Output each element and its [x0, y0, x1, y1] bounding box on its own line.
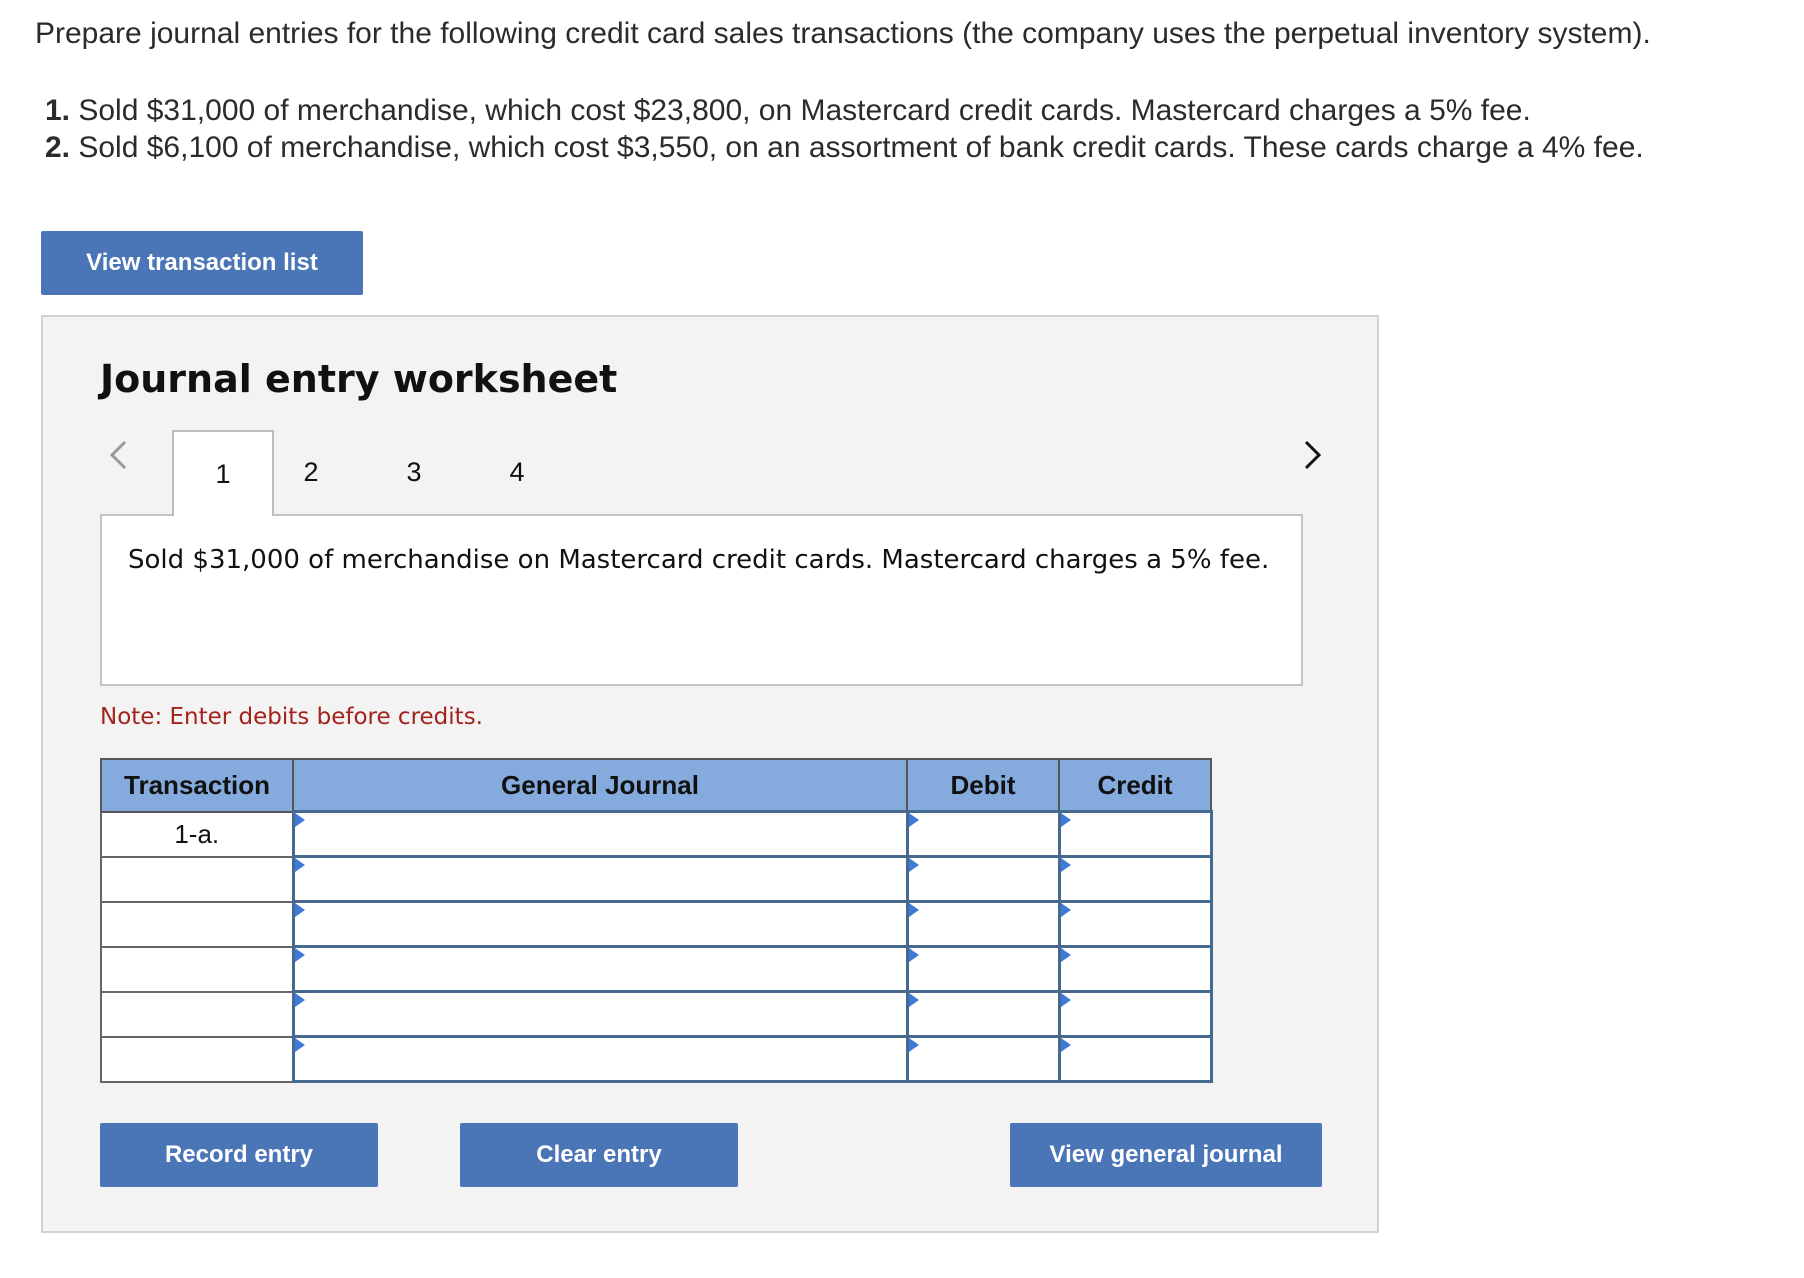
credit-input[interactable] [1057, 945, 1213, 993]
tab-2[interactable]: 2 [260, 430, 362, 514]
debit-input[interactable] [905, 900, 1061, 948]
input-marker-icon [294, 1038, 305, 1052]
view-transaction-list-button[interactable]: View transaction list [41, 231, 363, 295]
entry-note: Note: Enter debits before credits. [100, 704, 483, 730]
clear-entry-button[interactable]: Clear entry [460, 1123, 738, 1187]
input-marker-icon [908, 813, 919, 827]
transaction-item: 1. Sold $31,000 of merchandise, which co… [45, 92, 1644, 129]
input-marker-icon [908, 903, 919, 917]
record-entry-button[interactable]: Record entry [100, 1123, 378, 1187]
transaction-description: Sold $31,000 of merchandise on Mastercar… [100, 514, 1303, 686]
transaction-item: 2. Sold $6,100 of merchandise, which cos… [45, 129, 1644, 166]
tab-1[interactable]: 1 [172, 430, 274, 516]
table-row [100, 1035, 1213, 1083]
input-marker-icon [294, 993, 305, 1007]
transaction-cell [100, 945, 294, 993]
input-marker-icon [294, 903, 305, 917]
credit-input[interactable] [1057, 900, 1213, 948]
view-general-journal-button[interactable]: View general journal [1010, 1123, 1322, 1187]
account-input[interactable] [291, 945, 909, 993]
table-row [100, 945, 1213, 993]
input-marker-icon [1060, 948, 1071, 962]
instructions-text: Prepare journal entries for the followin… [35, 17, 1651, 50]
input-marker-icon [1060, 858, 1071, 872]
journal-entry-worksheet: Journal entry worksheet 1 2 3 4 Sold $31… [41, 315, 1379, 1233]
transaction-cell: 1-a. [100, 810, 294, 858]
input-marker-icon [1060, 903, 1071, 917]
debit-input[interactable] [905, 855, 1061, 903]
general-journal-column-header: General Journal [292, 758, 908, 813]
input-marker-icon [908, 948, 919, 962]
transaction-text: Sold $31,000 of merchandise, which cost … [70, 94, 1531, 127]
transaction-list: 1. Sold $31,000 of merchandise, which co… [45, 92, 1644, 166]
table-row: 1-a. [100, 810, 1213, 858]
account-input[interactable] [291, 990, 909, 1038]
chevron-right-icon [1304, 440, 1322, 470]
chevron-left-icon [109, 440, 127, 470]
debit-input[interactable] [905, 1035, 1061, 1083]
input-marker-icon [908, 858, 919, 872]
input-marker-icon [1060, 1038, 1071, 1052]
debit-input[interactable] [905, 945, 1061, 993]
input-marker-icon [1060, 813, 1071, 827]
credit-input[interactable] [1057, 1035, 1213, 1083]
worksheet-title: Journal entry worksheet [100, 357, 618, 401]
account-input[interactable] [291, 810, 909, 858]
journal-table: Transaction General Journal Debit Credit… [100, 758, 1213, 1083]
table-row [100, 990, 1213, 1038]
credit-input[interactable] [1057, 810, 1213, 858]
input-marker-icon [294, 948, 305, 962]
debit-input[interactable] [905, 810, 1061, 858]
transaction-text: Sold $6,100 of merchandise, which cost $… [70, 131, 1644, 164]
transaction-cell [100, 900, 294, 948]
transaction-cell [100, 1035, 294, 1083]
previous-button[interactable] [98, 435, 138, 475]
tab-4[interactable]: 4 [466, 430, 568, 514]
transaction-column-header: Transaction [100, 758, 294, 813]
credit-input[interactable] [1057, 990, 1213, 1038]
input-marker-icon [294, 813, 305, 827]
account-input[interactable] [291, 900, 909, 948]
table-row [100, 855, 1213, 903]
input-marker-icon [294, 858, 305, 872]
debit-column-header: Debit [906, 758, 1060, 813]
table-row [100, 900, 1213, 948]
input-marker-icon [908, 993, 919, 1007]
transaction-number: 2. [45, 131, 71, 164]
input-marker-icon [1060, 993, 1071, 1007]
journal-header-row: Transaction General Journal Debit Credit [100, 758, 1212, 813]
account-input[interactable] [291, 1035, 909, 1083]
account-input[interactable] [291, 855, 909, 903]
transaction-number: 1. [45, 94, 71, 127]
next-button[interactable] [1293, 435, 1333, 475]
tab-3[interactable]: 3 [363, 430, 465, 514]
debit-input[interactable] [905, 990, 1061, 1038]
credit-column-header: Credit [1058, 758, 1212, 813]
credit-input[interactable] [1057, 855, 1213, 903]
input-marker-icon [908, 1038, 919, 1052]
transaction-cell [100, 855, 294, 903]
transaction-cell [100, 990, 294, 1038]
